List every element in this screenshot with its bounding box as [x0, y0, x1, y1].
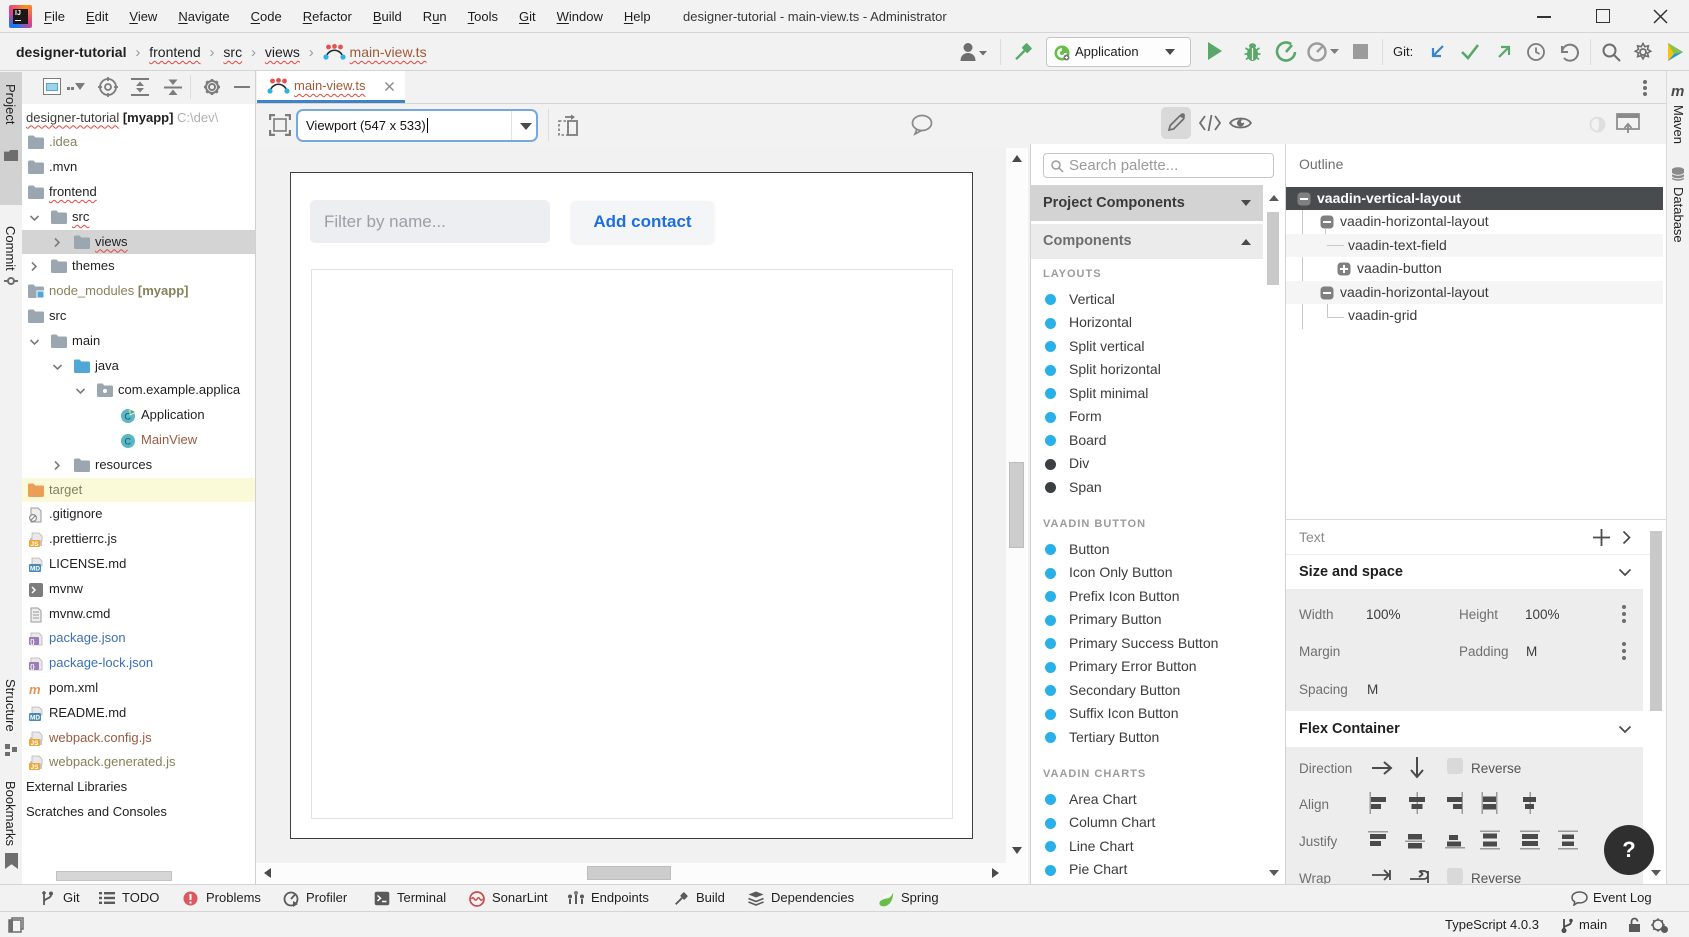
svg-text:m: m: [29, 682, 41, 697]
svg-text:JS: JS: [31, 740, 40, 747]
svg-text:MD: MD: [30, 566, 40, 573]
svg-text:{}: {}: [30, 640, 35, 646]
svg-text:JS: JS: [31, 541, 40, 548]
svg-text:{}: {}: [30, 665, 35, 671]
svg-text:C: C: [125, 437, 132, 447]
svg-text:MD: MD: [30, 714, 40, 721]
svg-text:JS: JS: [31, 764, 40, 771]
